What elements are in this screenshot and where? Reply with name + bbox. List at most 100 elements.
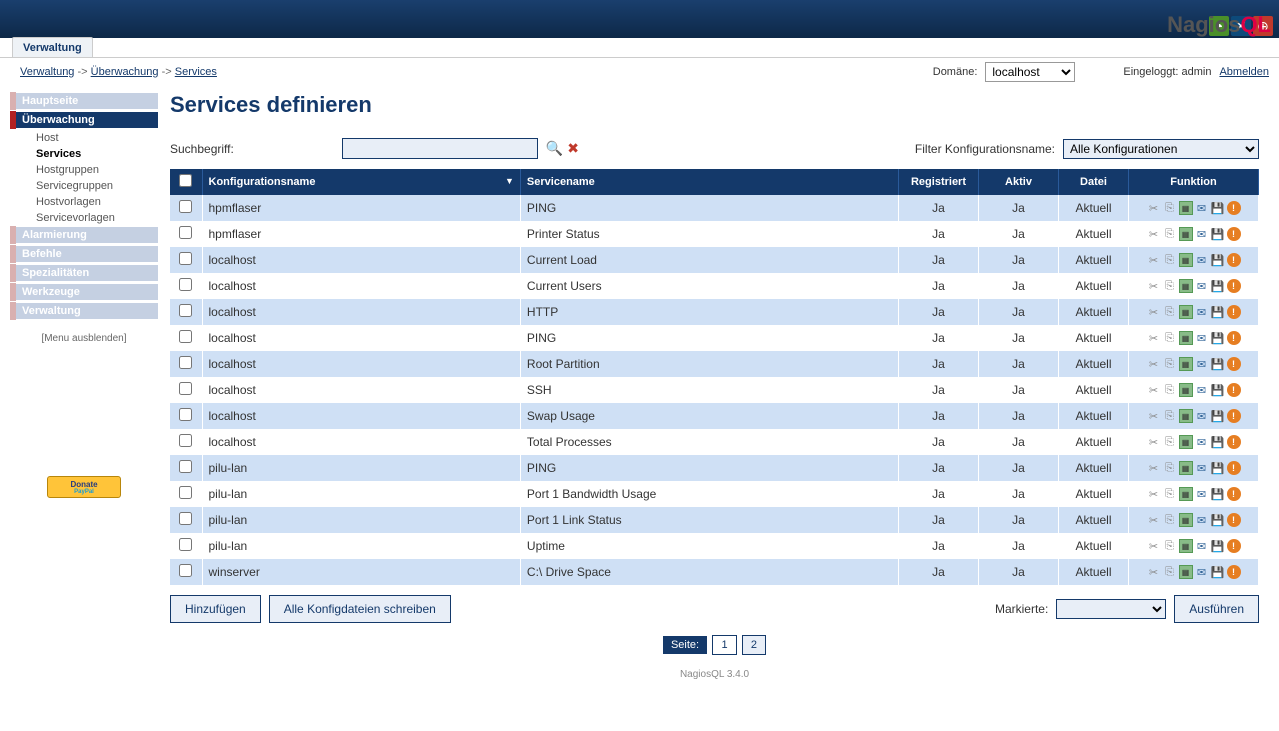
cell-service[interactable]: PING	[520, 195, 898, 221]
edit-icon[interactable]: ✂	[1147, 565, 1161, 579]
cell-config[interactable]: localhost	[202, 403, 520, 429]
activate-icon[interactable]: ▦	[1179, 435, 1193, 449]
row-checkbox[interactable]	[179, 200, 192, 213]
cell-service[interactable]: Printer Status	[520, 221, 898, 247]
download-icon[interactable]: ✉	[1195, 383, 1209, 397]
copy-icon[interactable]: ⎘	[1163, 357, 1177, 371]
cell-config[interactable]: localhost	[202, 377, 520, 403]
cell-service[interactable]: SSH	[520, 377, 898, 403]
copy-icon[interactable]: ⎘	[1163, 305, 1177, 319]
edit-icon[interactable]: ✂	[1147, 279, 1161, 293]
copy-icon[interactable]: ⎘	[1163, 227, 1177, 241]
sidebar-item-spezialitäten[interactable]: Spezialitäten	[10, 264, 158, 282]
save-icon[interactable]: 💾	[1211, 227, 1225, 241]
row-checkbox[interactable]	[179, 356, 192, 369]
cell-config[interactable]: localhost	[202, 247, 520, 273]
clear-search-icon[interactable]: ✖	[567, 140, 579, 157]
save-icon[interactable]: 💾	[1211, 253, 1225, 267]
download-icon[interactable]: ✉	[1195, 305, 1209, 319]
cell-service[interactable]: HTTP	[520, 299, 898, 325]
edit-icon[interactable]: ✂	[1147, 539, 1161, 553]
cell-service[interactable]: Uptime	[520, 533, 898, 559]
sidebar-sub-host[interactable]: Host	[10, 130, 158, 146]
info-icon[interactable]: !	[1227, 565, 1241, 579]
edit-icon[interactable]: ✂	[1147, 461, 1161, 475]
cell-service[interactable]: Port 1 Bandwidth Usage	[520, 481, 898, 507]
activate-icon[interactable]: ▦	[1179, 331, 1193, 345]
info-icon[interactable]: !	[1227, 513, 1241, 527]
select-all-checkbox[interactable]	[179, 174, 192, 187]
row-checkbox[interactable]	[179, 226, 192, 239]
domain-select[interactable]: localhost	[985, 62, 1075, 82]
search-icon[interactable]: 🔍	[546, 140, 563, 157]
sidebar-item-alarmierung[interactable]: Alarmierung	[10, 226, 158, 244]
info-icon[interactable]: !	[1227, 357, 1241, 371]
edit-icon[interactable]: ✂	[1147, 383, 1161, 397]
cell-service[interactable]: Total Processes	[520, 429, 898, 455]
cell-service[interactable]: C:\ Drive Space	[520, 559, 898, 585]
row-checkbox[interactable]	[179, 434, 192, 447]
info-icon[interactable]: !	[1227, 305, 1241, 319]
cell-config[interactable]: hpmflaser	[202, 221, 520, 247]
row-checkbox[interactable]	[179, 408, 192, 421]
cell-config[interactable]: hpmflaser	[202, 195, 520, 221]
download-icon[interactable]: ✉	[1195, 357, 1209, 371]
save-icon[interactable]: 💾	[1211, 331, 1225, 345]
cell-config[interactable]: winserver	[202, 559, 520, 585]
tab-verwaltung[interactable]: Verwaltung	[12, 37, 93, 57]
download-icon[interactable]: ✉	[1195, 253, 1209, 267]
download-icon[interactable]: ✉	[1195, 487, 1209, 501]
info-icon[interactable]: !	[1227, 201, 1241, 215]
download-icon[interactable]: ✉	[1195, 279, 1209, 293]
edit-icon[interactable]: ✂	[1147, 357, 1161, 371]
col-config[interactable]: Konfigurationsname▼	[202, 169, 520, 195]
activate-icon[interactable]: ▦	[1179, 461, 1193, 475]
cell-service[interactable]: Swap Usage	[520, 403, 898, 429]
activate-icon[interactable]: ▦	[1179, 487, 1193, 501]
row-checkbox[interactable]	[179, 460, 192, 473]
edit-icon[interactable]: ✂	[1147, 409, 1161, 423]
add-button[interactable]: Hinzufügen	[170, 595, 261, 623]
info-icon[interactable]: !	[1227, 227, 1241, 241]
cell-service[interactable]: PING	[520, 325, 898, 351]
sidebar-item-hauptseite[interactable]: Hauptseite	[10, 92, 158, 110]
edit-icon[interactable]: ✂	[1147, 201, 1161, 215]
copy-icon[interactable]: ⎘	[1163, 383, 1177, 397]
save-icon[interactable]: 💾	[1211, 539, 1225, 553]
col-active[interactable]: Aktiv	[979, 169, 1059, 195]
execute-button[interactable]: Ausführen	[1174, 595, 1259, 623]
copy-icon[interactable]: ⎘	[1163, 279, 1177, 293]
activate-icon[interactable]: ▦	[1179, 279, 1193, 293]
cell-config[interactable]: localhost	[202, 273, 520, 299]
edit-icon[interactable]: ✂	[1147, 227, 1161, 241]
sidebar-sub-services[interactable]: Services	[10, 146, 158, 162]
row-checkbox[interactable]	[179, 278, 192, 291]
activate-icon[interactable]: ▦	[1179, 305, 1193, 319]
breadcrumb-services[interactable]: Services	[175, 66, 217, 78]
row-checkbox[interactable]	[179, 252, 192, 265]
sidebar-item-werkzeuge[interactable]: Werkzeuge	[10, 283, 158, 301]
activate-icon[interactable]: ▦	[1179, 201, 1193, 215]
cell-config[interactable]: localhost	[202, 299, 520, 325]
cell-config[interactable]: localhost	[202, 429, 520, 455]
donate-button[interactable]: Donate PayPal	[47, 476, 121, 498]
info-icon[interactable]: !	[1227, 383, 1241, 397]
info-icon[interactable]: !	[1227, 539, 1241, 553]
activate-icon[interactable]: ▦	[1179, 513, 1193, 527]
copy-icon[interactable]: ⎘	[1163, 461, 1177, 475]
copy-icon[interactable]: ⎘	[1163, 409, 1177, 423]
row-checkbox[interactable]	[179, 564, 192, 577]
activate-icon[interactable]: ▦	[1179, 539, 1193, 553]
sidebar-item-verwaltung[interactable]: Verwaltung	[10, 302, 158, 320]
download-icon[interactable]: ✉	[1195, 461, 1209, 475]
save-icon[interactable]: 💾	[1211, 565, 1225, 579]
breadcrumb-verwaltung[interactable]: Verwaltung	[20, 66, 74, 78]
edit-icon[interactable]: ✂	[1147, 487, 1161, 501]
save-icon[interactable]: 💾	[1211, 201, 1225, 215]
copy-icon[interactable]: ⎘	[1163, 435, 1177, 449]
sidebar-sub-servicevorlagen[interactable]: Servicevorlagen	[10, 210, 158, 226]
download-icon[interactable]: ✉	[1195, 331, 1209, 345]
activate-icon[interactable]: ▦	[1179, 253, 1193, 267]
download-icon[interactable]: ✉	[1195, 227, 1209, 241]
info-icon[interactable]: !	[1227, 331, 1241, 345]
